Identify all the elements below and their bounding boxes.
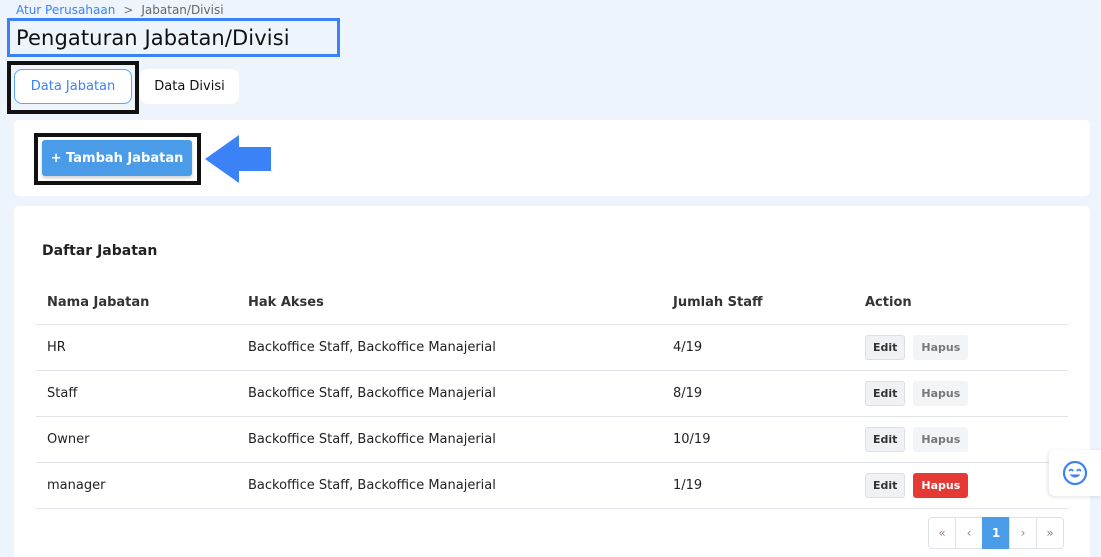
cell-jumlah-staff: 10/19: [673, 432, 711, 447]
pagination: « ‹ 1 › »: [928, 517, 1064, 549]
cell-hak-akses: Backoffice Staff, Backoffice Manajerial: [248, 478, 496, 493]
table-row: Owner Backoffice Staff, Backoffice Manaj…: [36, 417, 1068, 463]
breadcrumb: Atur Perusahaan > Jabatan/Divisi: [16, 3, 224, 17]
delete-button[interactable]: Hapus: [913, 335, 969, 360]
delete-button[interactable]: Hapus: [913, 427, 969, 452]
header-action: Action: [865, 294, 912, 310]
header-jumlah-staff: Jumlah Staff: [673, 294, 763, 310]
page-first-button[interactable]: «: [928, 517, 956, 549]
delete-button[interactable]: Hapus: [913, 381, 969, 406]
edit-button[interactable]: Edit: [865, 335, 906, 360]
page-current[interactable]: 1: [982, 517, 1010, 549]
table-header: Nama Jabatan Hak Akses Jumlah Staff Acti…: [36, 280, 1068, 325]
tab-data-divisi[interactable]: Data Divisi: [140, 69, 239, 104]
cell-action: Edit Hapus: [865, 335, 1068, 360]
cell-jumlah-staff: 8/19: [673, 386, 703, 401]
cell-nama-jabatan: Owner: [47, 432, 90, 447]
smiley-face-icon: [1062, 460, 1088, 486]
edit-button[interactable]: Edit: [865, 473, 906, 498]
chevron-right-icon: >: [123, 3, 134, 17]
page-title-highlight: Pengaturan Jabatan/Divisi: [7, 18, 340, 57]
cell-action: Edit Hapus: [865, 427, 1068, 452]
section-title: Daftar Jabatan: [42, 243, 158, 259]
delete-button[interactable]: Hapus: [913, 473, 969, 498]
edit-button[interactable]: Edit: [865, 381, 906, 406]
cell-hak-akses: Backoffice Staff, Backoffice Manajerial: [248, 340, 496, 355]
page-prev-button[interactable]: ‹: [955, 517, 983, 549]
cell-hak-akses: Backoffice Staff, Backoffice Manajerial: [248, 432, 496, 447]
table-row: HR Backoffice Staff, Backoffice Manajeri…: [36, 325, 1068, 371]
header-hak-akses: Hak Akses: [248, 294, 324, 310]
cell-nama-jabatan: manager: [47, 478, 106, 493]
cell-hak-akses: Backoffice Staff, Backoffice Manajerial: [248, 386, 496, 401]
edit-button[interactable]: Edit: [865, 427, 906, 452]
table-row: Staff Backoffice Staff, Backoffice Manaj…: [36, 371, 1068, 417]
cell-nama-jabatan: HR: [47, 340, 66, 355]
cell-nama-jabatan: Staff: [47, 386, 78, 401]
add-jabatan-button[interactable]: + Tambah Jabatan: [42, 140, 192, 176]
cell-action: Edit Hapus: [865, 473, 1068, 498]
page-next-button[interactable]: ›: [1009, 517, 1037, 549]
table-row: manager Backoffice Staff, Backoffice Man…: [36, 463, 1068, 509]
jabatan-table: Nama Jabatan Hak Akses Jumlah Staff Acti…: [36, 280, 1068, 509]
help-widget[interactable]: [1049, 450, 1101, 496]
cell-jumlah-staff: 4/19: [673, 340, 703, 355]
cell-action: Edit Hapus: [865, 381, 1068, 406]
tab-data-jabatan[interactable]: Data Jabatan: [14, 69, 132, 104]
arrow-left-icon: [205, 135, 271, 183]
page-last-button[interactable]: »: [1036, 517, 1064, 549]
page-title: Pengaturan Jabatan/Divisi: [16, 25, 290, 50]
breadcrumb-link-atur-perusahaan[interactable]: Atur Perusahaan: [16, 3, 115, 17]
cell-jumlah-staff: 1/19: [673, 478, 703, 493]
header-nama-jabatan: Nama Jabatan: [47, 294, 150, 310]
breadcrumb-current: Jabatan/Divisi: [141, 3, 224, 17]
